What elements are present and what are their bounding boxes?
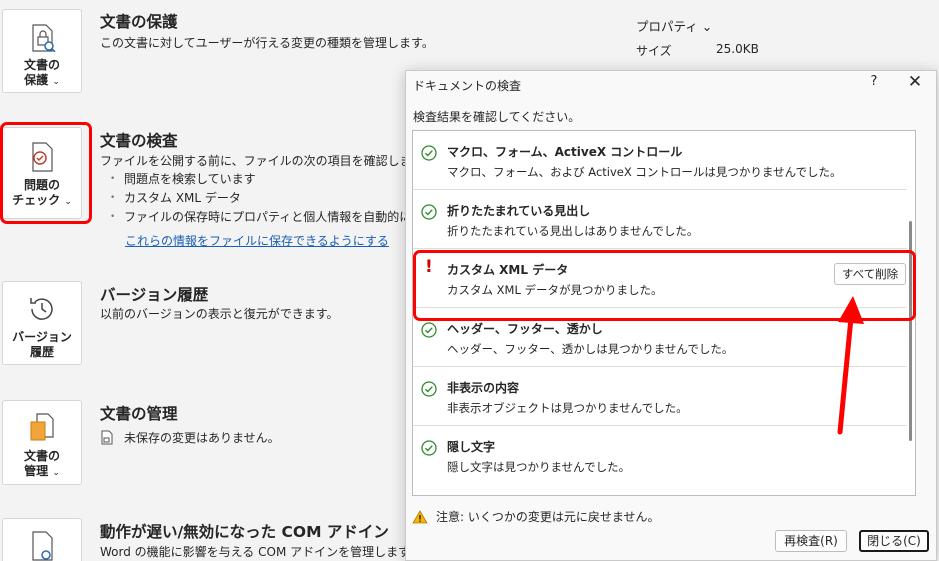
inspect-desc: ファイルを公開する前に、ファイルの次の項目を確認します。 xyxy=(100,154,435,168)
result-title: 隠し文字 xyxy=(447,440,496,454)
com-desc: Word の機能に影響を与える COM アドインを管理します。 xyxy=(100,545,421,559)
version-tile-line2: 履歴 xyxy=(29,345,54,359)
protect-tile-line2: 保護 xyxy=(24,73,49,87)
version-history-button[interactable]: バージョン 履歴 xyxy=(2,281,82,365)
result-title: ヘッダー、フッター、透かし xyxy=(447,322,603,336)
list-item: • カスタム XML データ xyxy=(110,189,447,208)
version-desc: 以前のバージョンの表示と復元ができます。 xyxy=(100,307,339,321)
result-desc: ヘッダー、フッター、透かしは見つかりませんでした。 xyxy=(447,342,734,356)
result-desc: 折りたたまれている見出しはありませんでした。 xyxy=(447,224,699,238)
bullet-icon: • xyxy=(110,212,116,222)
check-issues-highlight xyxy=(0,122,92,224)
size-value: 25.0KB xyxy=(716,42,759,56)
warning-note: 注意: いくつかの変更は元に戻せません。 xyxy=(412,508,660,525)
manage-tile-line2-wrap: 管理 ⌄ xyxy=(24,464,60,481)
properties-dropdown[interactable]: プロパティ ⌄ xyxy=(636,16,712,35)
manage-document-button[interactable]: 文書の 管理 ⌄ xyxy=(2,400,82,485)
result-desc: 非表示オブジェクトは見つかりませんでした。 xyxy=(447,401,688,415)
close-icon[interactable]: ✕ xyxy=(904,72,926,92)
lock-document-icon xyxy=(32,24,56,52)
document-icon xyxy=(101,430,113,445)
history-clock-icon xyxy=(30,298,53,320)
protect-desc: この文書に対してユーザーが行える変更の種類を管理します。 xyxy=(100,36,434,50)
protect-document-button[interactable]: 文書の 保護 ⌄ xyxy=(2,9,82,93)
addin-settings-icon xyxy=(32,531,53,561)
protect-title: 文書の保護 xyxy=(100,13,178,31)
bullet-text: ファイルの保存時にプロパティと個人情報を自動的に削除す xyxy=(124,210,448,224)
inspect-title: 文書の検査 xyxy=(100,132,178,150)
chevron-down-icon: ⌄ xyxy=(52,77,60,87)
dialog-instruction: 検査結果を確認してください。 xyxy=(413,110,581,124)
allow-save-info-link[interactable]: これらの情報をファイルに保存できるようにする xyxy=(125,232,389,249)
size-label: サイズ xyxy=(636,44,672,58)
bullet-icon: • xyxy=(110,174,116,184)
com-title: 動作が遅い/無効になった COM アドイン xyxy=(100,523,389,541)
result-desc: マクロ、フォーム、および ActiveX コントロールは見つかりませんでした。 xyxy=(447,165,842,179)
bullet-icon: • xyxy=(110,193,116,203)
check-circle-icon xyxy=(421,145,437,161)
version-title: バージョン履歴 xyxy=(100,286,209,304)
result-hidden-text: 隠し文字 隠し文字は見つかりませんでした。 xyxy=(413,426,915,485)
protect-tile-line1: 文書の xyxy=(23,58,60,72)
manage-document-icon xyxy=(30,413,54,441)
manage-tile-line2: 管理 xyxy=(24,464,49,478)
manage-title: 文書の管理 xyxy=(100,405,178,423)
dialog-title: ドキュメントの検査 xyxy=(413,79,522,93)
warning-triangle-icon xyxy=(412,509,428,523)
check-circle-icon xyxy=(421,381,437,397)
result-title: 非表示の内容 xyxy=(447,381,520,395)
protect-tile-line2-wrap: 保護 ⌄ xyxy=(24,73,60,90)
warning-text: 注意: いくつかの変更は元に戻せません。 xyxy=(436,510,660,524)
check-circle-icon xyxy=(421,322,437,338)
bullet-text: 問題点を検索しています xyxy=(124,172,256,186)
manage-tile-line1: 文書の xyxy=(23,449,60,463)
chevron-down-icon: ⌄ xyxy=(52,468,60,478)
manage-status: 未保存の変更はありません。 xyxy=(100,429,280,446)
result-desc: 隠し文字は見つかりませんでした。 xyxy=(447,460,631,474)
inspect-bullets: • 問題点を検索しています • カスタム XML データ • ファイルの保存時にプロパ… xyxy=(110,170,447,227)
check-circle-icon xyxy=(421,204,437,220)
result-hidden-content: 非表示の内容 非表示オブジェクトは見つかりませんでした。 xyxy=(413,367,915,426)
list-item: • ファイルの保存時にプロパティと個人情報を自動的に削除す xyxy=(110,208,447,227)
list-item: • 問題点を検索しています xyxy=(110,170,447,189)
reinspect-button[interactable]: 再検査(R) xyxy=(775,530,847,552)
result-macros: マクロ、フォーム、ActiveX コントロール マクロ、フォーム、および Act… xyxy=(413,131,915,190)
result-title: 折りたたまれている見出し xyxy=(447,204,591,218)
version-tile-line1: バージョン xyxy=(12,330,72,344)
bullet-text: カスタム XML データ xyxy=(124,191,241,205)
result-collapsed-headings: 折りたたまれている見出し 折りたたまれている見出しはありませんでした。 xyxy=(413,190,915,249)
help-button[interactable]: ? xyxy=(864,74,884,89)
manage-desc: 未保存の変更はありません。 xyxy=(124,431,280,445)
result-title: マクロ、フォーム、ActiveX コントロール xyxy=(447,145,683,159)
com-addins-button[interactable] xyxy=(2,518,82,561)
close-button[interactable]: 閉じる(C) xyxy=(859,530,929,552)
custom-xml-highlight xyxy=(413,250,916,321)
check-circle-icon xyxy=(421,440,437,456)
